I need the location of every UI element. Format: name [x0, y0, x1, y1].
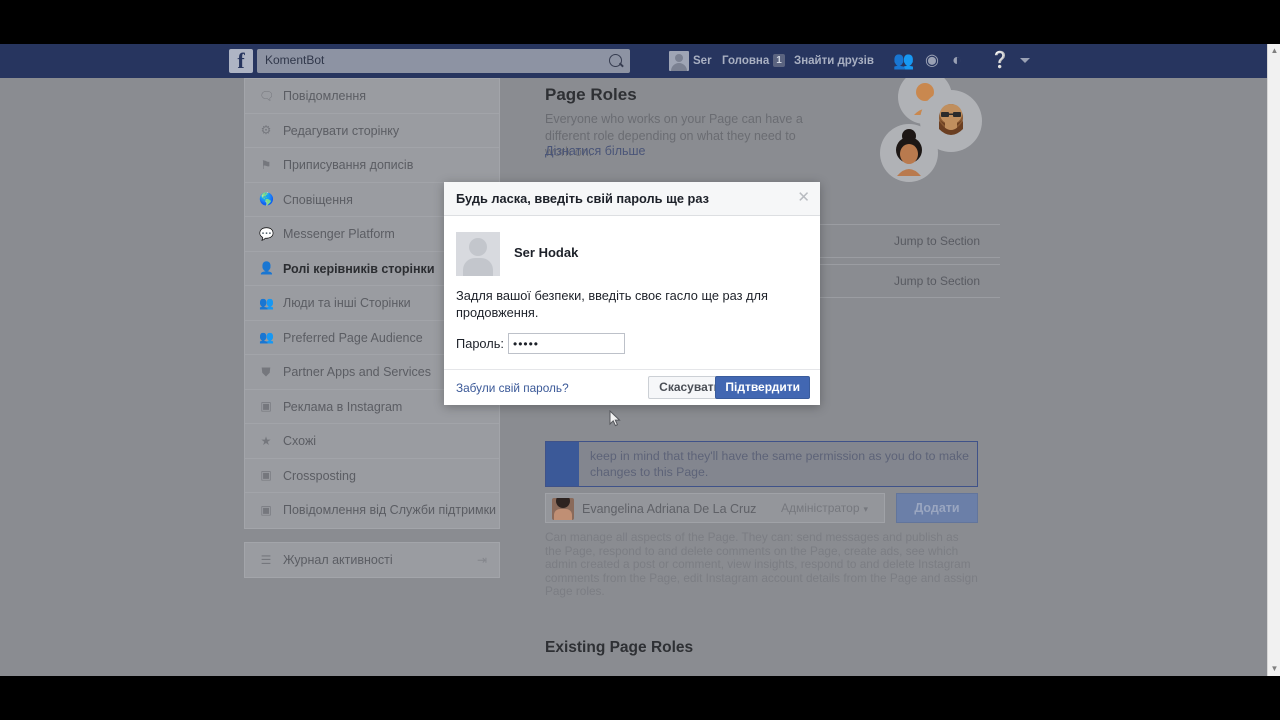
password-input[interactable] — [508, 333, 625, 354]
search-input-value: KomentBot — [265, 53, 325, 67]
sidebar-item-label: Partner Apps and Services — [283, 365, 431, 379]
search-input[interactable]: KomentBot — [257, 49, 630, 73]
cursor-arrow-icon — [609, 409, 621, 427]
facebook-top-navbar: f KomentBot Ser Головна 1 Знайти друзів 👥… — [0, 44, 1280, 78]
role-select[interactable]: Адміністратор ▾ — [781, 501, 868, 515]
existing-page-roles-title: Existing Page Roles — [545, 639, 694, 656]
globe-icon: 🌎 — [259, 192, 274, 207]
sidebar-item-label: Preferred Page Audience — [283, 330, 423, 345]
dialog-message: Задля вашої безпеки, введіть своє гасло … — [456, 288, 768, 320]
hero-avatar-3 — [880, 124, 938, 182]
sidebar-item-support-inbox[interactable]: ▣ Повідомлення від Служби підтримки стор — [245, 493, 499, 528]
apps-icon: ⛊ — [261, 364, 271, 379]
add-button[interactable]: Додати — [896, 493, 978, 523]
sidebar-item-label: Приписування дописів — [283, 158, 414, 172]
facebook-icon: ▣ — [260, 503, 272, 518]
nav-find-friends[interactable]: Знайти друзів — [794, 44, 874, 78]
people-icon: 👥 — [259, 330, 274, 345]
role-description-text: Can manage all aspects of the Page. They… — [545, 530, 978, 598]
forgot-password-link[interactable]: Забули свій пароль? — [456, 381, 569, 395]
person-icon: 👤 — [259, 261, 274, 276]
star-icon: ★ — [260, 433, 272, 448]
sidebar-item-label: Люди та інші Сторінки — [283, 296, 411, 310]
facebook-logo-icon[interactable]: f — [229, 49, 253, 73]
flag-icon: ⚑ — [260, 157, 272, 172]
external-link-icon[interactable]: ⇥ — [477, 543, 487, 578]
letterbox-top — [0, 0, 1280, 44]
password-confirm-dialog: Будь ласка, введіть свій пароль ще раз ✕… — [444, 182, 820, 405]
scroll-down-arrow-icon[interactable]: ▼ — [1268, 662, 1280, 676]
chevron-down-icon: ▾ — [863, 504, 869, 514]
messages-icon[interactable]: ◉ — [925, 52, 939, 70]
close-icon[interactable]: ✕ — [797, 188, 810, 208]
sidebar-item-similar[interactable]: ★ Схожі — [245, 424, 499, 459]
dialog-title: Будь ласка, введіть свій пароль ще раз — [456, 191, 710, 206]
sidebar-item-label: Повідомлення від Служби підтримки стор — [283, 503, 499, 517]
screen: f KomentBot Ser Головна 1 Знайти друзів 👥… — [0, 0, 1280, 720]
warning-text: keep in mind that they'll have the same … — [590, 449, 969, 479]
messages-icon: 🗨 — [259, 88, 275, 103]
jump-to-section-link[interactable]: Jump to Section — [894, 274, 980, 288]
sidebar-activity-card: ☰ Журнал активності ⇥ — [244, 541, 500, 578]
avatar[interactable] — [669, 51, 689, 71]
assign-new-page-role-row: Evangelina Adriana De La Cruz Адміністра… — [545, 493, 978, 523]
sidebar-item-label: Messenger Platform — [283, 227, 395, 241]
nav-home[interactable]: Головна 1 — [722, 44, 785, 78]
permission-warning-box: keep in mind that they'll have the same … — [545, 441, 978, 487]
scroll-up-arrow-icon[interactable]: ▲ — [1268, 44, 1280, 58]
messenger-icon: 💬 — [259, 226, 274, 241]
nav-home-label: Головна — [722, 55, 770, 67]
friend-requests-icon[interactable]: 👥 — [893, 52, 914, 70]
jump-to-section-link[interactable]: Jump to Section — [894, 234, 980, 248]
password-row: Пароль: — [456, 333, 808, 355]
role-select-value: Адміністратор — [781, 501, 860, 515]
mouse-cursor — [609, 409, 621, 428]
sidebar-item-label: Ролі керівників сторінки — [283, 261, 435, 276]
sidebar-item-edit-page[interactable]: ⚙ Редагувати сторінку — [245, 114, 499, 148]
instagram-icon: ▣ — [260, 399, 272, 414]
sidebar-item-crossposting[interactable]: ▣ Crossposting — [245, 459, 499, 493]
gear-icon: ⚙ — [260, 123, 272, 138]
sidebar-item-activity-log[interactable]: ☰ Журнал активності ⇥ — [245, 543, 499, 578]
nav-user-name[interactable]: Ser — [693, 44, 712, 78]
person-avatar — [552, 498, 574, 520]
notifications-icon[interactable]: ◐ — [952, 52, 962, 70]
dialog-user-row: Ser Hodak — [456, 232, 808, 276]
password-label: Пароль: — [456, 336, 504, 351]
sidebar-item-post-attribution[interactable]: ⚑ Приписування дописів — [245, 148, 499, 183]
person-name-value: Evangelina Adriana De La Cruz — [582, 502, 757, 516]
sidebar-item-label: Crossposting — [283, 468, 356, 483]
warning-accent-bar — [546, 442, 579, 486]
sidebar-item-messages[interactable]: 🗨 Повідомлення — [245, 79, 499, 114]
search-icon[interactable] — [609, 54, 622, 67]
nav-home-badge: 1 — [773, 54, 785, 68]
sidebar-item-label: Повідомлення — [283, 89, 367, 103]
confirm-button[interactable]: Підтвердити — [715, 376, 810, 399]
account-menu-caret-icon[interactable] — [1020, 58, 1030, 63]
sidebar-item-label: Реклама в Instagram — [283, 399, 403, 414]
letterbox-bottom — [0, 676, 1280, 720]
people-icon: 👥 — [259, 295, 274, 310]
default-avatar-icon — [456, 232, 500, 276]
dialog-body: Ser Hodak Задля вашої безпеки, введіть с… — [444, 216, 820, 369]
dialog-footer: Забули свій пароль? Скасувати Підтвердит… — [444, 369, 820, 405]
dialog-user-name: Ser Hodak — [514, 245, 579, 260]
sidebar-item-label: Сповіщення — [283, 192, 353, 207]
learn-more-link[interactable]: Дізнатися більше — [545, 144, 645, 158]
video-icon: ▣ — [260, 468, 272, 483]
sidebar-item-label: Схожі — [283, 434, 317, 448]
browser-viewport: f KomentBot Ser Головна 1 Знайти друзів 👥… — [0, 44, 1280, 676]
list-icon: ☰ — [260, 552, 272, 567]
sidebar-item-label: Журнал активності — [283, 552, 393, 567]
vertical-scrollbar[interactable]: ▲ ▼ — [1267, 44, 1280, 676]
sidebar-item-label: Редагувати сторінку — [283, 123, 400, 138]
help-icon[interactable]: ❔ — [990, 52, 1010, 70]
avatar-face-bun-icon — [896, 129, 922, 176]
dialog-header: Будь ласка, введіть свій пароль ще раз ✕ — [444, 182, 820, 216]
page-title: Page Roles — [545, 85, 637, 104]
